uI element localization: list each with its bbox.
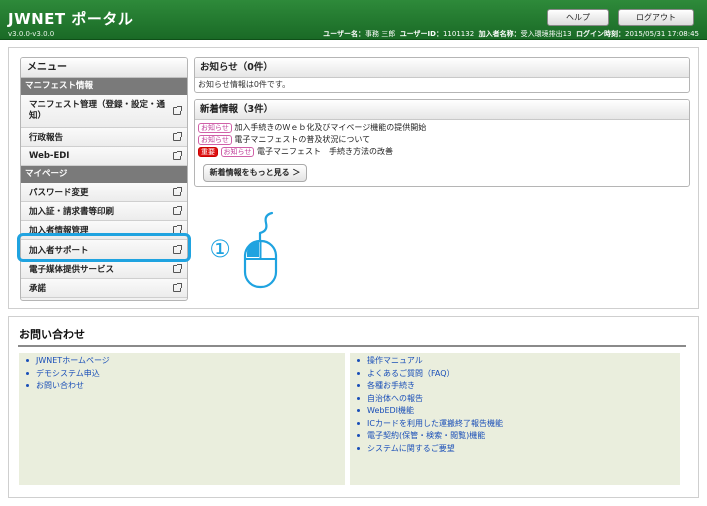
menu-section-mypage: マイページ — [21, 166, 187, 183]
side-menu: メニュー マニフェスト情報 マニフェスト管理（登録・設定・通知） 行政報告 We… — [20, 57, 188, 301]
external-link-icon — [173, 206, 182, 215]
menu-item-electronic-media[interactable]: 電子媒体提供サービス — [21, 260, 187, 279]
menu-item-password-change[interactable]: パスワード変更 — [21, 183, 187, 202]
external-link-icon — [173, 106, 182, 115]
version-label: v3.0.0-v3.0.0 — [8, 30, 55, 38]
contact-link[interactable]: デモシステム申込 — [26, 368, 345, 381]
logout-button[interactable]: ログアウト — [618, 9, 694, 26]
contact-divider — [18, 345, 686, 347]
menu-item-certificate-print[interactable]: 加入証・請求書等印刷 — [21, 202, 187, 221]
notice-body: お知らせ情報は0件です。 — [198, 80, 291, 89]
contact-link[interactable]: システムに関するご要望 — [357, 443, 680, 456]
user-id: 1101132 — [442, 30, 475, 38]
menu-item-web-edi[interactable]: Web-EDI — [21, 147, 187, 166]
menu-section-manifest: マニフェスト情報 — [21, 78, 187, 95]
menu-item-label: Web-EDI — [29, 151, 70, 161]
menu-item-label: 加入証・請求書等印刷 — [29, 207, 115, 217]
contact-link[interactable]: 自治体への報告 — [357, 393, 680, 406]
notice-panel: お知らせ（0件） お知らせ情報は0件です。 — [194, 57, 690, 93]
news-item-text: 加入手続きのＷｅｂ化及びマイページ機能の提供開始 — [234, 123, 427, 132]
member-name: 受入環境排出13 — [520, 30, 572, 38]
notice-tag: お知らせ — [198, 134, 232, 145]
highlight-member-support — [17, 233, 191, 262]
contact-links-right: 操作マニュアル よくあるご質問（FAQ） 各種お手続き 自治体への報告 WebE… — [350, 353, 680, 485]
menu-item-manifest-management[interactable]: マニフェスト管理（登録・設定・通知） — [21, 95, 187, 128]
help-button[interactable]: ヘルプ — [547, 9, 609, 26]
more-news-button[interactable]: 新着情報をもっと見る ＞ — [203, 164, 307, 182]
contact-link[interactable]: よくあるご質問（FAQ） — [357, 368, 680, 381]
login-time: 2015/05/31 17:08:45 — [624, 30, 699, 38]
app-header: JWNET ポータル v3.0.0-v3.0.0 ヘルプ ログアウト ユーザー名… — [0, 0, 707, 40]
news-item[interactable]: お知らせ 加入手続きのＷｅｂ化及びマイページ機能の提供開始 — [198, 122, 686, 134]
external-link-icon — [173, 283, 182, 292]
contact-link[interactable]: ICカードを利用した運搬終了報告機能 — [357, 418, 680, 431]
mouse-click-icon — [243, 211, 278, 289]
app-title: JWNET ポータル — [8, 10, 134, 28]
contact-title: お問い合わせ — [19, 328, 85, 341]
news-list: お知らせ 加入手続きのＷｅｂ化及びマイページ機能の提供開始 お知らせ 電子マニフ… — [195, 120, 689, 160]
menu-item-label: パスワード変更 — [29, 188, 89, 198]
news-panel: 新着情報（3件） お知らせ 加入手続きのＷｅｂ化及びマイページ機能の提供開始 お… — [194, 99, 690, 187]
news-item-text: 電子マニフェスト 手続き方法の改善 — [256, 147, 393, 156]
contact-link[interactable]: 電子契約(保管・検索・閲覧)機能 — [357, 430, 680, 443]
contact-link[interactable]: JWNETホームページ — [26, 355, 345, 368]
menu-item-label: 電子媒体提供サービス — [29, 265, 115, 275]
external-link-icon — [173, 151, 182, 160]
external-link-icon — [173, 132, 182, 141]
menu-item-label: 承諾 — [29, 284, 47, 294]
user-name-label: ユーザー名： — [323, 30, 365, 38]
member-name-label: 加入者名称： — [478, 30, 521, 38]
news-item[interactable]: お知らせ 電子マニフェストの普及状況について — [198, 134, 686, 146]
menu-title: メニュー — [21, 58, 187, 78]
external-link-icon — [173, 264, 182, 273]
news-item-text: 電子マニフェストの普及状況について — [234, 135, 371, 144]
news-title: 新着情報（3件） — [195, 100, 689, 120]
notice-title: お知らせ（0件） — [195, 58, 689, 78]
menu-item-consent[interactable]: 承諾 — [21, 279, 187, 298]
notice-tag: お知らせ — [198, 122, 232, 133]
contact-link[interactable]: 操作マニュアル — [357, 355, 680, 368]
external-link-icon — [173, 187, 182, 196]
menu-item-label: マニフェスト管理（登録・設定・通知） — [29, 100, 166, 121]
menu-item-label: 行政報告 — [29, 133, 64, 143]
user-info-bar: ユーザー名：事務 三郎 ユーザーID：1101132 加入者名称：受入環境排出1… — [323, 29, 699, 39]
login-time-label: ログイン時刻： — [575, 30, 625, 38]
contact-link[interactable]: お問い合わせ — [26, 380, 345, 393]
contact-links-left: JWNETホームページ デモシステム申込 お問い合わせ — [19, 353, 345, 485]
news-item[interactable]: 重要 お知らせ 電子マニフェスト 手続き方法の改善 — [198, 146, 686, 158]
step-number: ① — [209, 235, 231, 263]
contact-link[interactable]: WebEDI機能 — [357, 405, 680, 418]
notice-tag: お知らせ — [220, 146, 255, 157]
user-name: 事務 三郎 — [365, 30, 396, 38]
user-id-label: ユーザーID： — [399, 30, 443, 38]
important-tag: 重要 — [198, 146, 218, 157]
contact-link[interactable]: 各種お手続き — [357, 380, 680, 393]
menu-item-admin-report[interactable]: 行政報告 — [21, 128, 187, 147]
